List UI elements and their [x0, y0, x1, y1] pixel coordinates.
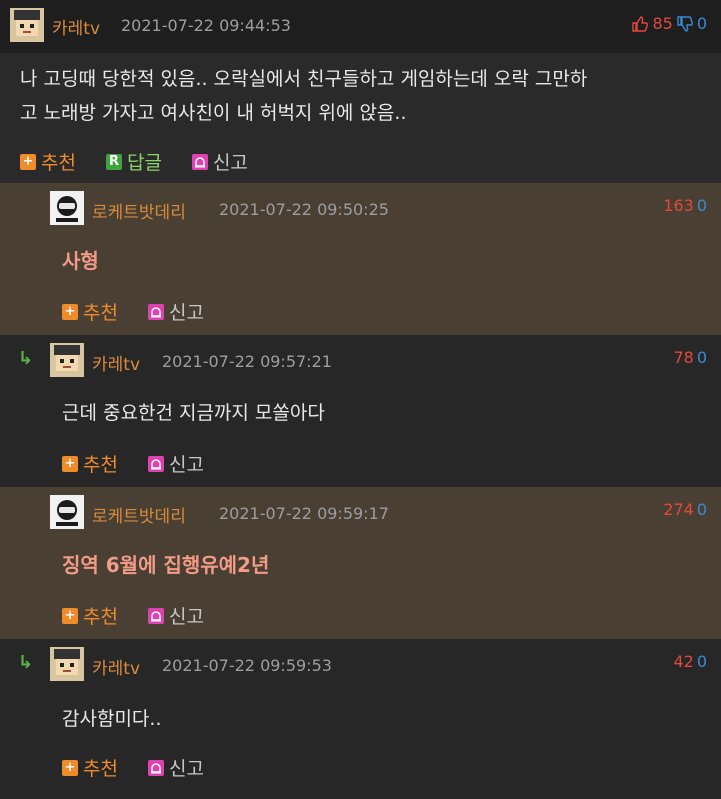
comment-actions: + 추천 R 답글 신고	[20, 148, 248, 175]
pixel-avatar-icon[interactable]	[50, 343, 84, 377]
downvote-count: 0	[696, 652, 707, 671]
timestamp: 2021-07-22 09:44:53	[121, 16, 291, 35]
comment-text: 징역 6월에 집행유예2년	[62, 553, 270, 577]
recommend-button[interactable]: + 추천	[62, 298, 118, 325]
username[interactable]: 로케트밧데리	[92, 198, 186, 223]
siren-icon	[147, 607, 164, 624]
comment-text: 나 고딩때 당한적 있음.. 오락실에서 친구들하고 게임하는데 오락 그만하 …	[20, 62, 587, 130]
downvote-count: 0	[696, 500, 707, 519]
downvote-count: 0	[696, 348, 707, 367]
upvote-count: 274	[663, 500, 694, 519]
plus-icon: +	[62, 303, 78, 320]
recommend-label: 추천	[41, 152, 76, 174]
rocket-avatar-icon[interactable]	[50, 495, 84, 529]
report-button[interactable]: 신고	[147, 602, 204, 629]
comment-4: 로케트밧데리 2021-07-22 09:59:17 274 0 징역 6월에 …	[0, 487, 721, 639]
thumbs-up-icon[interactable]	[631, 15, 649, 33]
comment-actions: + 추천 신고	[62, 450, 204, 477]
username[interactable]: 카레tv	[92, 654, 140, 679]
comment-1: 카레tv 2021-07-22 09:44:53 85 0 나 고딩때 당한적 …	[0, 0, 721, 183]
report-label: 신고	[212, 152, 248, 174]
upvote-count: 85	[652, 14, 673, 33]
timestamp: 2021-07-22 09:57:21	[162, 352, 332, 371]
downvote-count: 0	[696, 196, 707, 215]
plus-icon: +	[62, 759, 78, 776]
siren-icon	[147, 303, 164, 320]
recommend-button[interactable]: + 추천	[62, 602, 118, 629]
comment-5: ↳ 카레tv 2021-07-22 09:59:53 42 0 감사함미다.. …	[0, 639, 721, 799]
reply-arrow-icon: ↳	[18, 348, 34, 369]
username[interactable]: 카레tv	[52, 14, 100, 39]
username[interactable]: 카레tv	[92, 350, 140, 375]
recommend-label: 추천	[83, 758, 118, 780]
comment-text: 근데 중요한건 지금까지 모쏠아다	[62, 402, 325, 424]
report-button[interactable]: 신고	[147, 450, 204, 477]
siren-icon	[191, 153, 208, 170]
reply-r-icon: R	[105, 153, 122, 170]
reply-arrow-icon: ↳	[18, 652, 34, 673]
reply-label: 답글	[126, 152, 162, 174]
upvote-count: 78	[673, 348, 694, 367]
downvote-count: 0	[696, 14, 707, 33]
username[interactable]: 로케트밧데리	[92, 502, 186, 527]
report-label: 신고	[168, 454, 204, 476]
recommend-button[interactable]: + 추천	[20, 148, 76, 175]
comment-text: 감사함미다..	[62, 708, 162, 730]
comment-text-line: 고 노래방 가자고 여사친이 내 허벅지 위에 앉음..	[20, 102, 407, 124]
vote-counts: 274 0	[663, 500, 707, 519]
siren-icon	[147, 759, 164, 776]
recommend-label: 추천	[83, 302, 118, 324]
vote-counts: 42 0	[673, 652, 707, 671]
comment-3: ↳ 카레tv 2021-07-22 09:57:21 78 0 근데 중요한건 …	[0, 335, 721, 487]
vote-counts: 78 0	[673, 348, 707, 367]
timestamp: 2021-07-22 09:59:53	[162, 656, 332, 675]
plus-icon: +	[20, 153, 36, 170]
report-label: 신고	[168, 302, 204, 324]
vote-counts: 85 0	[631, 14, 707, 33]
comment-text-line: 나 고딩때 당한적 있음.. 오락실에서 친구들하고 게임하는데 오락 그만하	[20, 68, 588, 90]
thumbs-down-icon[interactable]	[676, 15, 694, 33]
report-button[interactable]: 신고	[147, 754, 204, 781]
siren-icon	[147, 455, 164, 472]
recommend-button[interactable]: + 추천	[62, 450, 118, 477]
comment-actions: + 추천 신고	[62, 602, 204, 629]
comment-2: 로케트밧데리 2021-07-22 09:50:25 163 0 사형 + 추천…	[0, 183, 721, 335]
timestamp: 2021-07-22 09:50:25	[219, 200, 389, 219]
upvote-count: 42	[673, 652, 694, 671]
vote-counts: 163 0	[663, 196, 707, 215]
upvote-count: 163	[663, 196, 694, 215]
comment-header: 카레tv 2021-07-22 09:44:53 85 0	[0, 0, 721, 53]
pixel-avatar-icon[interactable]	[50, 647, 84, 681]
report-button[interactable]: 신고	[191, 148, 248, 175]
pixel-avatar-icon[interactable]	[10, 8, 44, 42]
recommend-label: 추천	[83, 606, 118, 628]
timestamp: 2021-07-22 09:59:17	[219, 504, 389, 523]
plus-icon: +	[62, 607, 78, 624]
comment-actions: + 추천 신고	[62, 754, 204, 781]
recommend-button[interactable]: + 추천	[62, 754, 118, 781]
report-label: 신고	[168, 606, 204, 628]
report-button[interactable]: 신고	[147, 298, 204, 325]
comment-text: 사형	[62, 249, 99, 273]
comment-actions: + 추천 신고	[62, 298, 204, 325]
recommend-label: 추천	[83, 454, 118, 476]
plus-icon: +	[62, 455, 78, 472]
reply-button[interactable]: R 답글	[105, 148, 162, 175]
rocket-avatar-icon[interactable]	[50, 191, 84, 225]
report-label: 신고	[168, 758, 204, 780]
